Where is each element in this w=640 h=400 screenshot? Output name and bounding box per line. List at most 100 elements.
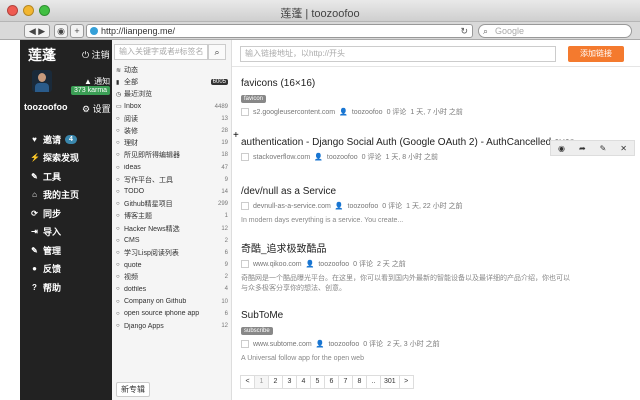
tag-item[interactable]: ○ Django Apps 12 [116, 320, 228, 332]
sidebar-item-0[interactable]: ♥ 邀请 4 [30, 130, 112, 149]
tag-item[interactable]: ◷ 最近浏览 [116, 88, 228, 100]
tag-count: 28 [221, 128, 228, 135]
username[interactable]: toozoofoo [24, 102, 67, 112]
tag-name: 学习Lisp阅读列表 [124, 249, 179, 257]
link-title[interactable]: favicons (16×16) [241, 78, 571, 89]
tag-item[interactable]: ○ Company on Github 10 [116, 296, 228, 308]
page-link[interactable]: 5 [310, 375, 325, 389]
share-icon[interactable]: ➦ [579, 144, 586, 153]
tag-item[interactable]: ○ 视频 2 [116, 271, 228, 283]
tag-item[interactable]: ▭ Inbox 4489 [116, 101, 228, 113]
sidebar-item-6[interactable]: ✎ 管理 [30, 241, 112, 260]
page-link[interactable]: 4 [296, 375, 311, 389]
link-comments[interactable]: 0 评论 [353, 259, 373, 269]
tag-item[interactable]: ○ Github精星项目 299 [116, 198, 228, 210]
tag-item[interactable]: ○ ideas 47 [116, 162, 228, 174]
link-meta: devnull-as-a-service.com 👤 toozoofoo 0 评论 1 … [241, 201, 571, 211]
sidebar-item-3[interactable]: ⌂ 我的主页 [30, 186, 112, 205]
brand-logo[interactable]: 莲蓬 [28, 45, 56, 65]
page-link[interactable]: 6 [324, 375, 339, 389]
tag-item[interactable]: ○ 写作平台、工具 9 [116, 174, 228, 186]
link-title[interactable]: 奇酷_追求极致酷品 [241, 240, 571, 255]
link-title[interactable]: authentication - Django Social Auth (Goo… [241, 137, 573, 148]
link-user[interactable]: toozoofoo [352, 109, 383, 116]
eye-icon[interactable]: ◉ [558, 144, 565, 153]
page-link[interactable]: > [398, 375, 414, 389]
sidebar-item-2[interactable]: ✎ 工具 [30, 167, 112, 186]
browser-window: 莲蓬 | toozoofoo ◀ ▶ ◉ + http://lianpeng.m… [0, 0, 640, 400]
browser-search-field[interactable]: ⌕ Google [478, 24, 632, 38]
tag-item[interactable]: ○ 阅读 13 [116, 113, 228, 125]
sidebar-item-4[interactable]: ⟳ 同步 [30, 204, 112, 223]
link-user[interactable]: toozoofoo [318, 261, 349, 268]
link-title[interactable]: SubToMe [241, 310, 571, 321]
page-link[interactable]: 7 [338, 375, 353, 389]
tag-item[interactable]: ○ TODO 14 [116, 186, 228, 198]
link-title[interactable]: /dev/null as a Service [241, 186, 571, 197]
sidebar-item-7[interactable]: ● 反馈 [30, 260, 112, 279]
settings-label: 设置 [92, 104, 111, 114]
logout-link[interactable]: ⏻ 注销 [82, 48, 110, 61]
sidebar-item-label: 同步 [43, 208, 62, 219]
search-icon[interactable]: ⌕ [208, 44, 226, 60]
tag-badge[interactable]: favicon [241, 95, 267, 103]
page-link[interactable]: < [240, 375, 255, 389]
link-comments[interactable]: 0 评论 [382, 201, 402, 211]
address-bar[interactable]: http://lianpeng.me/ ↻ [86, 24, 473, 38]
page-link[interactable]: 301 [380, 375, 400, 389]
tag-item[interactable]: ▮ 全部 6005 [116, 76, 228, 88]
link-domain[interactable]: devnull-as-a-service.com [253, 203, 331, 210]
tag-item[interactable]: ○ dotfiles 4 [116, 283, 228, 295]
settings-link[interactable]: ⚙ 设置 [82, 102, 111, 115]
sidebar-item-8[interactable]: ? 帮助 [30, 278, 112, 297]
tag-item[interactable]: ○ 博客主题 1 [116, 210, 228, 222]
tag-item[interactable]: ○ 理财 19 [116, 137, 228, 149]
delete-icon[interactable]: ✕ [620, 144, 627, 153]
add-bookmark-icon[interactable]: + [70, 24, 84, 38]
link-domain[interactable]: s2.googleusercontent.com [253, 109, 335, 116]
edit-icon[interactable]: ✎ [600, 144, 607, 153]
tag-icon: ○ [116, 188, 120, 195]
link-user[interactable]: toozoofoo [328, 341, 359, 348]
new-album-button[interactable]: 新专辑 [116, 382, 150, 397]
back-forward-buttons[interactable]: ◀ ▶ [24, 24, 50, 38]
tag-badge[interactable]: subscribe [241, 327, 273, 335]
link-comments[interactable]: 0 评论 [362, 152, 382, 162]
wrench-icon: ✎ [31, 171, 38, 181]
tag-item[interactable]: ○ 所见即所得编辑器 18 [116, 149, 228, 161]
inbox-icon: ▭ [116, 104, 122, 111]
sidebar-item-5[interactable]: ⇥ 导入 [30, 223, 112, 242]
sidebar-menu: ♥ 邀请 4 ⚡ 探索发现 ✎ 工具 ⌂ 我的主页 ⟳ 同步 ⇥ 导入 ✎ 管理 ● 反馈? 帮助 [30, 130, 112, 297]
link-url-input[interactable]: 输入链接地址，以http://开头 [240, 46, 556, 62]
link-domain[interactable]: stackoverflow.com [253, 154, 310, 161]
tag-item[interactable]: ○ quote 9 [116, 259, 228, 271]
bell-icon: ▲ [84, 77, 95, 86]
window-title: 莲蓬 | toozoofoo [280, 8, 360, 20]
tag-item[interactable]: ○ CMS 2 [116, 235, 228, 247]
tag-search-input[interactable]: 输入关键字或者#标签名 [114, 44, 208, 60]
tag-item[interactable]: ○ Hacker News精选 12 [116, 222, 228, 234]
link-user[interactable]: toozoofoo [348, 203, 379, 210]
link-user[interactable]: toozoofoo [327, 154, 358, 161]
page-link[interactable]: 8 [352, 375, 367, 389]
reader-icon[interactable]: ◉ [54, 24, 68, 38]
sidebar-item-label: 管理 [43, 245, 62, 256]
link-comments[interactable]: 0 评论 [387, 107, 407, 117]
page-link[interactable]: .. [366, 375, 381, 389]
link-comments[interactable]: 0 评论 [363, 339, 383, 349]
page-link[interactable]: 1 [254, 375, 269, 389]
address-text: http://lianpeng.me/ [101, 26, 176, 36]
reload-icon[interactable]: ↻ [460, 25, 468, 37]
add-link-button[interactable]: 添加链接 [568, 46, 624, 62]
tag-item[interactable]: ○ open source iphone app 6 [116, 308, 228, 320]
tag-item[interactable]: ○ 学习Lisp阅读列表 6 [116, 247, 228, 259]
sidebar-item-1[interactable]: ⚡ 探索发现 [30, 149, 112, 168]
page-link[interactable]: 3 [282, 375, 297, 389]
tag-item[interactable]: ≋ 动态 [116, 64, 228, 76]
page-link[interactable]: 2 [268, 375, 283, 389]
avatar[interactable] [32, 70, 52, 92]
tag-item[interactable]: ○ 装修 28 [116, 125, 228, 137]
link-domain[interactable]: www.qikoo.com [253, 261, 302, 268]
tag-column: 输入关键字或者#标签名 ⌕ ≋ 动态 ▮ 全部 6005 ◷ 最近浏览 ▭ Inbox 4489 ○… [112, 40, 232, 400]
link-domain[interactable]: www.subtome.com [253, 341, 312, 348]
